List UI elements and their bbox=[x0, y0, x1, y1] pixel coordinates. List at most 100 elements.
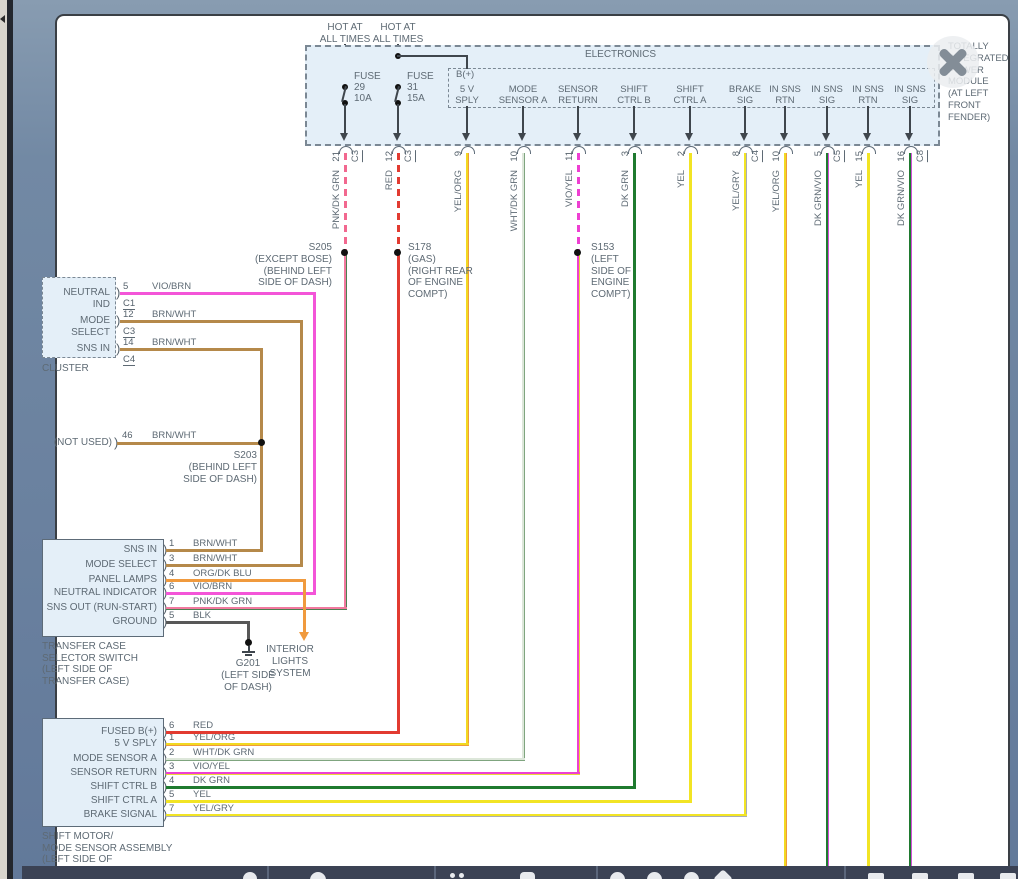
switch-pin: 1 bbox=[169, 538, 174, 549]
taskbar-separator bbox=[596, 866, 598, 879]
bplus-label: B(+) bbox=[456, 69, 474, 81]
splice-dot-s205 bbox=[341, 249, 348, 256]
tipm-arrowhead bbox=[685, 133, 693, 141]
pin-label: 5 bbox=[813, 151, 824, 156]
wire-blk-vert bbox=[247, 621, 250, 641]
wire-color-label: RED bbox=[384, 170, 395, 190]
wire-pnk-dk-grn-dashed bbox=[344, 153, 347, 252]
pin-label: 15 bbox=[854, 151, 865, 162]
taskbar-icon[interactable] bbox=[684, 872, 699, 879]
wire-vio-yel bbox=[577, 252, 580, 775]
cluster-wire-label: BRN/WHT bbox=[152, 337, 196, 349]
wire-red-dashed bbox=[397, 153, 400, 252]
fuse31-label: FUSE 31 15A bbox=[407, 71, 434, 104]
taskbar-icon[interactable] bbox=[610, 872, 625, 879]
taskbar-icon[interactable] bbox=[868, 873, 884, 879]
hot-at-all-times-label-2: HOT AT ALL TIMES bbox=[358, 22, 438, 45]
cluster-pin: 14 bbox=[123, 337, 134, 348]
splice-dot-s153 bbox=[574, 249, 581, 256]
tipm-arrowhead bbox=[573, 133, 581, 141]
splice-s205-id: S205 bbox=[200, 242, 332, 254]
tipm-arrowhead bbox=[462, 133, 470, 141]
taskbar-icon[interactable] bbox=[450, 873, 455, 878]
motor-row-label: SHIFT CTRL A bbox=[44, 795, 157, 807]
splice-s205-note: (EXCEPT BOSE) (BEHIND LEFT SIDE OF DASH) bbox=[200, 254, 332, 289]
taskbar-icon[interactable] bbox=[520, 872, 535, 879]
close-icon[interactable] bbox=[927, 36, 979, 88]
wire-brn-wht-vert bbox=[260, 348, 263, 552]
cluster-wire-label: BRN/WHT bbox=[152, 309, 196, 321]
splice-s203-note: (BEHIND LEFT SIDE OF DASH) bbox=[120, 462, 257, 485]
wire-color-label: YEL bbox=[676, 170, 687, 188]
taskbar-icon[interactable] bbox=[1000, 873, 1016, 879]
switch-pin: 7 bbox=[169, 596, 174, 607]
taskbar-icon[interactable] bbox=[459, 873, 464, 878]
tipm-arrow-stem bbox=[689, 106, 691, 135]
pin-label: 11 bbox=[564, 151, 575, 161]
cluster-title: CLUSTER bbox=[42, 363, 89, 375]
switch-row-label: PANEL LAMPS bbox=[44, 574, 157, 586]
connector-label: C3 bbox=[403, 150, 416, 162]
wire-color-label: WHT/DK GRN bbox=[509, 170, 520, 231]
tipm-arrowhead bbox=[340, 133, 348, 141]
wire-fused-b-row bbox=[166, 731, 400, 734]
fuse29-label: FUSE 29 10A bbox=[354, 71, 381, 104]
motor-pin: 7 bbox=[169, 803, 174, 814]
cluster-row-label: MODE SELECT bbox=[44, 315, 110, 338]
interior-lights-arrowhead bbox=[299, 632, 309, 641]
switch-wire-label: ORG/DK BLU bbox=[193, 568, 252, 580]
taskbar-separator bbox=[267, 866, 269, 879]
cluster-pin: 5 bbox=[123, 281, 128, 292]
wire-brn-wht-row bbox=[120, 348, 263, 351]
tipm-arrow-stem bbox=[826, 106, 828, 135]
switch-row-label: GROUND bbox=[44, 616, 157, 628]
pin-label: 10 bbox=[509, 151, 520, 162]
wire-red bbox=[397, 252, 400, 734]
wire-color-label: YEL/ORG bbox=[453, 170, 464, 212]
tipm-arrowhead bbox=[905, 133, 913, 141]
taskbar-icon[interactable] bbox=[958, 873, 974, 879]
pin-label: 2 bbox=[676, 151, 687, 156]
connector-label: C3 bbox=[350, 150, 363, 162]
splice-dot-s203 bbox=[258, 439, 265, 446]
not-used-pin: 46 bbox=[122, 430, 133, 441]
taskbar-icon[interactable] bbox=[912, 873, 928, 879]
wire-dk-grn-vio bbox=[826, 153, 829, 866]
tipm-arrow-stem bbox=[466, 106, 468, 135]
wire-wht-dk-grn bbox=[522, 153, 525, 761]
tipm-arrow-stem bbox=[397, 104, 399, 135]
scroll-arrow-icon[interactable] bbox=[0, 15, 5, 23]
motor-wire-label: DK GRN bbox=[193, 775, 230, 787]
tipm-fn-sensor-return: SENSOR RETURN bbox=[550, 84, 606, 106]
wire-neutral-ind-row bbox=[166, 592, 316, 595]
not-used-wire-label: BRN/WHT bbox=[152, 430, 196, 442]
taskbar-icon[interactable] bbox=[647, 872, 662, 879]
wire-vio-yel-dashed bbox=[577, 153, 580, 252]
left-scrollbar[interactable] bbox=[0, 0, 7, 879]
switch-wire-label: BLK bbox=[193, 610, 211, 622]
motor-row-label: MODE SENSOR A bbox=[44, 753, 157, 765]
taskbar-separator bbox=[844, 866, 846, 879]
motor-wire-label: WHT/DK GRN bbox=[193, 747, 254, 759]
taskbar-icon[interactable] bbox=[310, 872, 326, 879]
motor-pin: 5 bbox=[169, 789, 174, 800]
motor-row-label: SHIFT CTRL B bbox=[44, 781, 157, 793]
switch-pin: 3 bbox=[169, 553, 174, 564]
connector-label: C4 bbox=[750, 150, 763, 162]
wire-sns-in-row bbox=[166, 549, 263, 552]
wire-dk-grn-vio-2 bbox=[909, 153, 912, 866]
motor-wire-label: YEL/GRY bbox=[193, 803, 234, 815]
splice-s153-note: (LEFT SIDE OF ENGINE COMPT) bbox=[591, 254, 631, 300]
motor-row-label: 5 V SPLY bbox=[44, 738, 157, 750]
taskbar[interactable] bbox=[22, 866, 1018, 879]
wire-color-label: VIO/YEL bbox=[564, 170, 575, 207]
tipm-arrow-stem bbox=[867, 106, 869, 135]
taskbar-icon[interactable] bbox=[243, 872, 257, 879]
switch-pin: 5 bbox=[169, 610, 174, 621]
wire-yel-org-2 bbox=[784, 153, 787, 866]
selector-switch-title: TRANSFER CASE SELECTOR SWITCH (LEFT SIDE… bbox=[42, 641, 138, 687]
cluster-wire-label: VIO/BRN bbox=[152, 281, 191, 293]
interior-lights-label: INTERIOR LIGHTS SYSTEM bbox=[255, 644, 325, 680]
cluster-row-label: SNS IN bbox=[44, 343, 110, 355]
taskbar-icon[interactable] bbox=[713, 869, 733, 879]
